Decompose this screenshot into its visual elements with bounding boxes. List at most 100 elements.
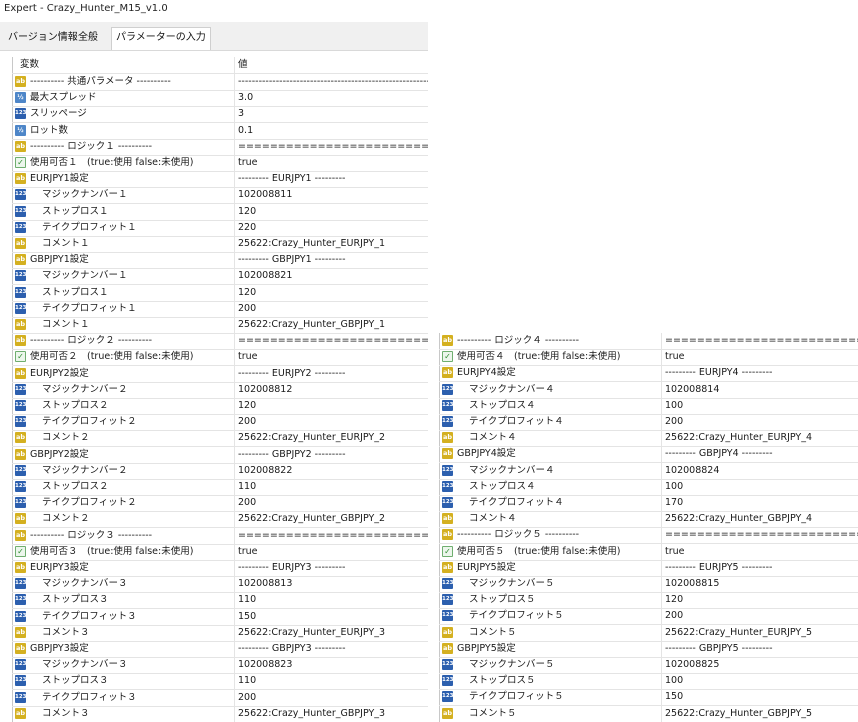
parameter-row[interactable]: ab コメント１ 25622:Crazy_Hunter_GBPJPY_1 — [12, 317, 428, 334]
parameter-value[interactable]: 120 — [234, 203, 428, 220]
parameter-row[interactable]: 123 ストップロス３ 110 — [12, 592, 428, 610]
parameter-row[interactable]: 123 マジックナンバー１ 102008821 — [12, 268, 428, 286]
parameter-row[interactable]: ab コメント４ 25622:Crazy_Hunter_GBPJPY_4 — [439, 511, 858, 529]
parameter-value[interactable]: --------- GBPJPY2 --------- — [234, 446, 428, 463]
parameter-value[interactable]: 25622:Crazy_Hunter_EURJPY_4 — [661, 430, 858, 447]
parameter-row[interactable]: 123 ストップロス４ 100 — [439, 478, 858, 496]
parameter-row[interactable]: ½ ロット数 0.1 — [12, 122, 428, 140]
parameter-row[interactable]: ab EURJPY1設定 --------- EURJPY1 --------- — [12, 171, 428, 189]
parameter-row[interactable]: ✓ 使用可否４ (true:使用 false:未使用) true — [439, 349, 858, 367]
parameter-row[interactable]: 123 ストップロス１ 120 — [12, 203, 428, 221]
parameter-row[interactable]: ½ 最大スプレッド 3.0 — [12, 90, 428, 108]
parameter-row[interactable]: 123 ストップロス３ 110 — [12, 673, 428, 691]
parameter-row[interactable]: 123 マジックナンバー５ 102008825 — [439, 657, 858, 674]
parameter-row[interactable]: ab GBPJPY1設定 --------- GBPJPY1 --------- — [12, 252, 428, 270]
parameter-row[interactable]: ab コメント３ 25622:Crazy_Hunter_EURJPY_3 — [12, 624, 428, 642]
parameter-row[interactable]: 123 ストップロス４ 100 — [439, 397, 858, 415]
parameter-value[interactable]: 102008823 — [234, 657, 428, 674]
parameter-value[interactable]: 102008824 — [661, 462, 858, 479]
parameter-value[interactable]: 25622:Crazy_Hunter_GBPJPY_1 — [234, 317, 428, 333]
parameter-value[interactable]: 25622:Crazy_Hunter_EURJPY_2 — [234, 430, 428, 447]
parameter-row[interactable]: ab コメント５ 25622:Crazy_Hunter_GBPJPY_5 — [439, 705, 858, 722]
parameter-value[interactable]: true — [234, 155, 428, 171]
parameter-value[interactable]: ===================================== — [234, 527, 428, 544]
parameter-value[interactable]: 102008811 — [234, 187, 428, 204]
parameter-row[interactable]: ab EURJPY3設定 --------- EURJPY3 --------- — [12, 560, 428, 577]
parameter-value[interactable]: 100 — [661, 397, 858, 414]
parameter-value[interactable]: 150 — [661, 689, 858, 706]
parameter-value[interactable]: 110 — [234, 592, 428, 609]
parameter-row[interactable]: ab コメント５ 25622:Crazy_Hunter_EURJPY_5 — [439, 624, 858, 642]
parameter-value[interactable]: 150 — [234, 608, 428, 625]
parameter-value[interactable]: ----------------------------------------… — [234, 74, 428, 90]
parameter-value[interactable]: 25622:Crazy_Hunter_GBPJPY_5 — [661, 705, 858, 722]
parameter-value[interactable]: --------- EURJPY5 --------- — [661, 559, 858, 576]
parameter-row[interactable]: ab コメント２ 25622:Crazy_Hunter_EURJPY_2 — [12, 430, 428, 448]
parameter-value[interactable]: 120 — [661, 592, 858, 609]
tab-version-info[interactable]: バージョン情報 — [4, 28, 82, 48]
parameter-value[interactable]: true — [234, 543, 428, 560]
parameter-value[interactable]: 200 — [234, 495, 428, 512]
parameter-value[interactable]: 25622:Crazy_Hunter_GBPJPY_2 — [234, 511, 428, 528]
parameter-row[interactable]: 123 テイクプロフィット４ 200 — [439, 414, 858, 431]
parameter-value[interactable]: 0.1 — [234, 122, 428, 139]
parameter-row[interactable]: ab EURJPY5設定 --------- EURJPY5 --------- — [439, 559, 858, 577]
parameter-value[interactable]: 102008814 — [661, 381, 858, 398]
parameter-value[interactable]: 220 — [234, 219, 428, 236]
parameter-row[interactable]: 123 ストップロス２ 110 — [12, 479, 428, 496]
parameter-value[interactable]: 25622:Crazy_Hunter_EURJPY_3 — [234, 624, 428, 641]
parameter-value[interactable]: true — [661, 543, 858, 560]
parameter-value[interactable]: --------- GBPJPY3 --------- — [234, 641, 428, 657]
parameter-row[interactable]: 123 マジックナンバー２ 102008822 — [12, 462, 428, 480]
parameter-row[interactable]: ab コメント１ 25622:Crazy_Hunter_EURJPY_1 — [12, 236, 428, 253]
parameter-value[interactable]: 200 — [234, 300, 428, 317]
parameter-row[interactable]: ab EURJPY4設定 --------- EURJPY4 --------- — [439, 365, 858, 383]
parameter-row[interactable]: ab ---------- 共通パラメータ ---------- ---------… — [12, 74, 428, 91]
parameter-row[interactable]: ab GBPJPY4設定 --------- GBPJPY4 --------- — [439, 446, 858, 464]
parameter-value[interactable]: --------- EURJPY3 --------- — [234, 560, 428, 576]
parameter-value[interactable]: ===================================== — [234, 138, 428, 155]
parameter-value[interactable]: 200 — [234, 689, 428, 706]
parameter-row[interactable]: 123 ストップロス５ 120 — [439, 592, 858, 610]
parameter-value[interactable]: ===================================== — [661, 333, 858, 349]
parameter-row[interactable]: 123 マジックナンバー４ 102008824 — [439, 462, 858, 480]
parameter-row[interactable]: 123 テイクプロフィット１ 220 — [12, 219, 428, 237]
parameter-value[interactable]: 3 — [234, 106, 428, 123]
parameter-row[interactable]: 123 ストップロス２ 120 — [12, 398, 428, 415]
parameter-value[interactable]: 170 — [661, 495, 858, 511]
parameter-row[interactable]: 123 マジックナンバー２ 102008812 — [12, 381, 428, 399]
parameter-row[interactable]: ab ---------- ロジック２ ---------- ===========… — [12, 333, 428, 351]
parameter-value[interactable]: 25622:Crazy_Hunter_EURJPY_5 — [661, 624, 858, 641]
parameter-value[interactable]: 110 — [234, 673, 428, 690]
parameter-value[interactable]: 102008812 — [234, 381, 428, 398]
parameter-row[interactable]: ab ---------- ロジック４ ---------- ===========… — [439, 333, 858, 350]
parameter-row[interactable]: 123 ストップロス５ 100 — [439, 673, 858, 691]
parameter-row[interactable]: ✓ 使用可否３ (true:使用 false:未使用) true — [12, 543, 428, 561]
parameter-value[interactable]: 25622:Crazy_Hunter_EURJPY_1 — [234, 236, 428, 252]
parameter-value[interactable]: 102008825 — [661, 657, 858, 673]
parameter-row[interactable]: ✓ 使用可否２ (true:使用 false:未使用) true — [12, 349, 428, 367]
parameter-value[interactable]: 200 — [234, 414, 428, 431]
parameter-row[interactable]: 123 マジックナンバー３ 102008823 — [12, 657, 428, 675]
parameter-row[interactable]: 123 マジックナンバー４ 102008814 — [439, 381, 858, 399]
parameter-row[interactable]: ab コメント３ 25622:Crazy_Hunter_GBPJPY_3 — [12, 705, 428, 722]
parameter-value[interactable]: 102008813 — [234, 576, 428, 593]
parameter-row[interactable]: ab ---------- ロジック１ ---------- ===========… — [12, 138, 428, 156]
parameter-value[interactable]: 102008821 — [234, 268, 428, 285]
parameter-row[interactable]: 123 テイクプロフィット３ 200 — [12, 689, 428, 707]
parameter-value[interactable]: 102008815 — [661, 576, 858, 592]
parameter-row[interactable]: 123 テイクプロフィット５ 150 — [439, 689, 858, 707]
parameter-row[interactable]: ab GBPJPY5設定 --------- GBPJPY5 --------- — [439, 640, 858, 658]
parameter-row[interactable]: 123 テイクプロフィット４ 170 — [439, 495, 858, 512]
parameter-value[interactable]: --------- GBPJPY5 --------- — [661, 640, 858, 657]
parameter-row[interactable]: 123 マジックナンバー５ 102008815 — [439, 576, 858, 593]
parameter-value[interactable]: 200 — [661, 414, 858, 430]
parameter-row[interactable]: 123 マジックナンバー１ 102008811 — [12, 187, 428, 205]
tab-parameters[interactable]: パラメーターの入力 — [111, 27, 211, 50]
parameter-value[interactable]: true — [661, 349, 858, 366]
parameter-row[interactable]: 123 テイクプロフィット１ 200 — [12, 300, 428, 318]
parameter-value[interactable]: ===================================== — [661, 527, 858, 544]
parameter-value[interactable]: 120 — [234, 284, 428, 301]
parameter-value[interactable]: --------- EURJPY4 --------- — [661, 365, 858, 382]
parameter-value[interactable]: 120 — [234, 398, 428, 414]
